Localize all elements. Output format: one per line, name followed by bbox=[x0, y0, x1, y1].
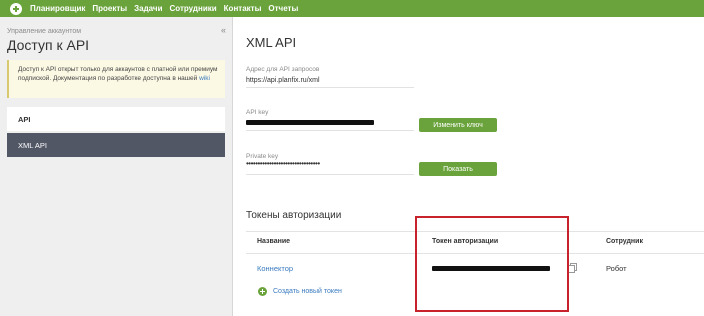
change-key-button[interactable]: Изменить ключ bbox=[419, 118, 497, 132]
column-header-employee: Сотрудник bbox=[606, 238, 643, 245]
address-value: https://api.planfix.ru/xml bbox=[246, 76, 414, 88]
main-content: XML API Адрес для API запросов https://a… bbox=[234, 17, 704, 316]
create-token-button[interactable]: Создать новый токен bbox=[258, 287, 342, 296]
top-nav: Планировщик Проекты Задачи Сотрудники Ко… bbox=[0, 0, 704, 17]
page-title: XML API bbox=[246, 35, 297, 50]
nav-item-tasks[interactable]: Задачи bbox=[134, 4, 162, 13]
create-token-label: Создать новый токен bbox=[273, 288, 342, 295]
api-key-masked-value bbox=[246, 120, 374, 125]
copy-icon[interactable] bbox=[568, 263, 577, 273]
api-access-notice: Доступ к API открыт только для аккаунтов… bbox=[7, 60, 225, 98]
private-key-dots: •••••••••••••••••••••••••••••••• bbox=[246, 159, 320, 168]
sidebar: « Управление аккаунтом Доступ к API Дост… bbox=[0, 17, 233, 316]
show-key-button[interactable]: Показать bbox=[419, 162, 497, 176]
nav-item-employees[interactable]: Сотрудники bbox=[170, 4, 217, 13]
wiki-link[interactable]: wiki bbox=[199, 75, 210, 82]
notice-text: Доступ к API открыт только для аккаунтов… bbox=[18, 66, 218, 82]
sidebar-item-label: XML API bbox=[18, 140, 47, 150]
nav-item-contacts[interactable]: Контакты bbox=[224, 4, 262, 13]
tokens-section-title: Токены авторизации bbox=[246, 210, 342, 221]
nav-item-projects[interactable]: Проекты bbox=[92, 4, 127, 13]
highlight-box bbox=[415, 216, 569, 312]
private-key-field: •••••••••••••••••••••••••••••••• bbox=[246, 159, 414, 175]
collapse-sidebar-icon[interactable]: « bbox=[221, 26, 226, 35]
token-employee: Робот bbox=[606, 264, 627, 273]
column-header-name: Название bbox=[257, 238, 291, 245]
add-plus-icon[interactable] bbox=[10, 2, 22, 15]
api-key-label: API key bbox=[246, 109, 269, 116]
token-name-link[interactable]: Коннектор bbox=[257, 264, 293, 273]
sidebar-item-xml-api[interactable]: XML API bbox=[7, 133, 225, 157]
sidebar-item-api[interactable]: API bbox=[7, 107, 225, 131]
sidebar-item-label: API bbox=[18, 114, 31, 124]
breadcrumb[interactable]: Управление аккаунтом bbox=[7, 28, 81, 35]
add-circle-icon bbox=[258, 287, 267, 296]
api-key-field bbox=[246, 119, 414, 131]
sidebar-title: Доступ к API bbox=[7, 37, 90, 53]
nav-item-planner[interactable]: Планировщик bbox=[30, 4, 85, 13]
nav-item-reports[interactable]: Отчеты bbox=[268, 4, 298, 13]
address-label: Адрес для API запросов bbox=[246, 66, 320, 73]
